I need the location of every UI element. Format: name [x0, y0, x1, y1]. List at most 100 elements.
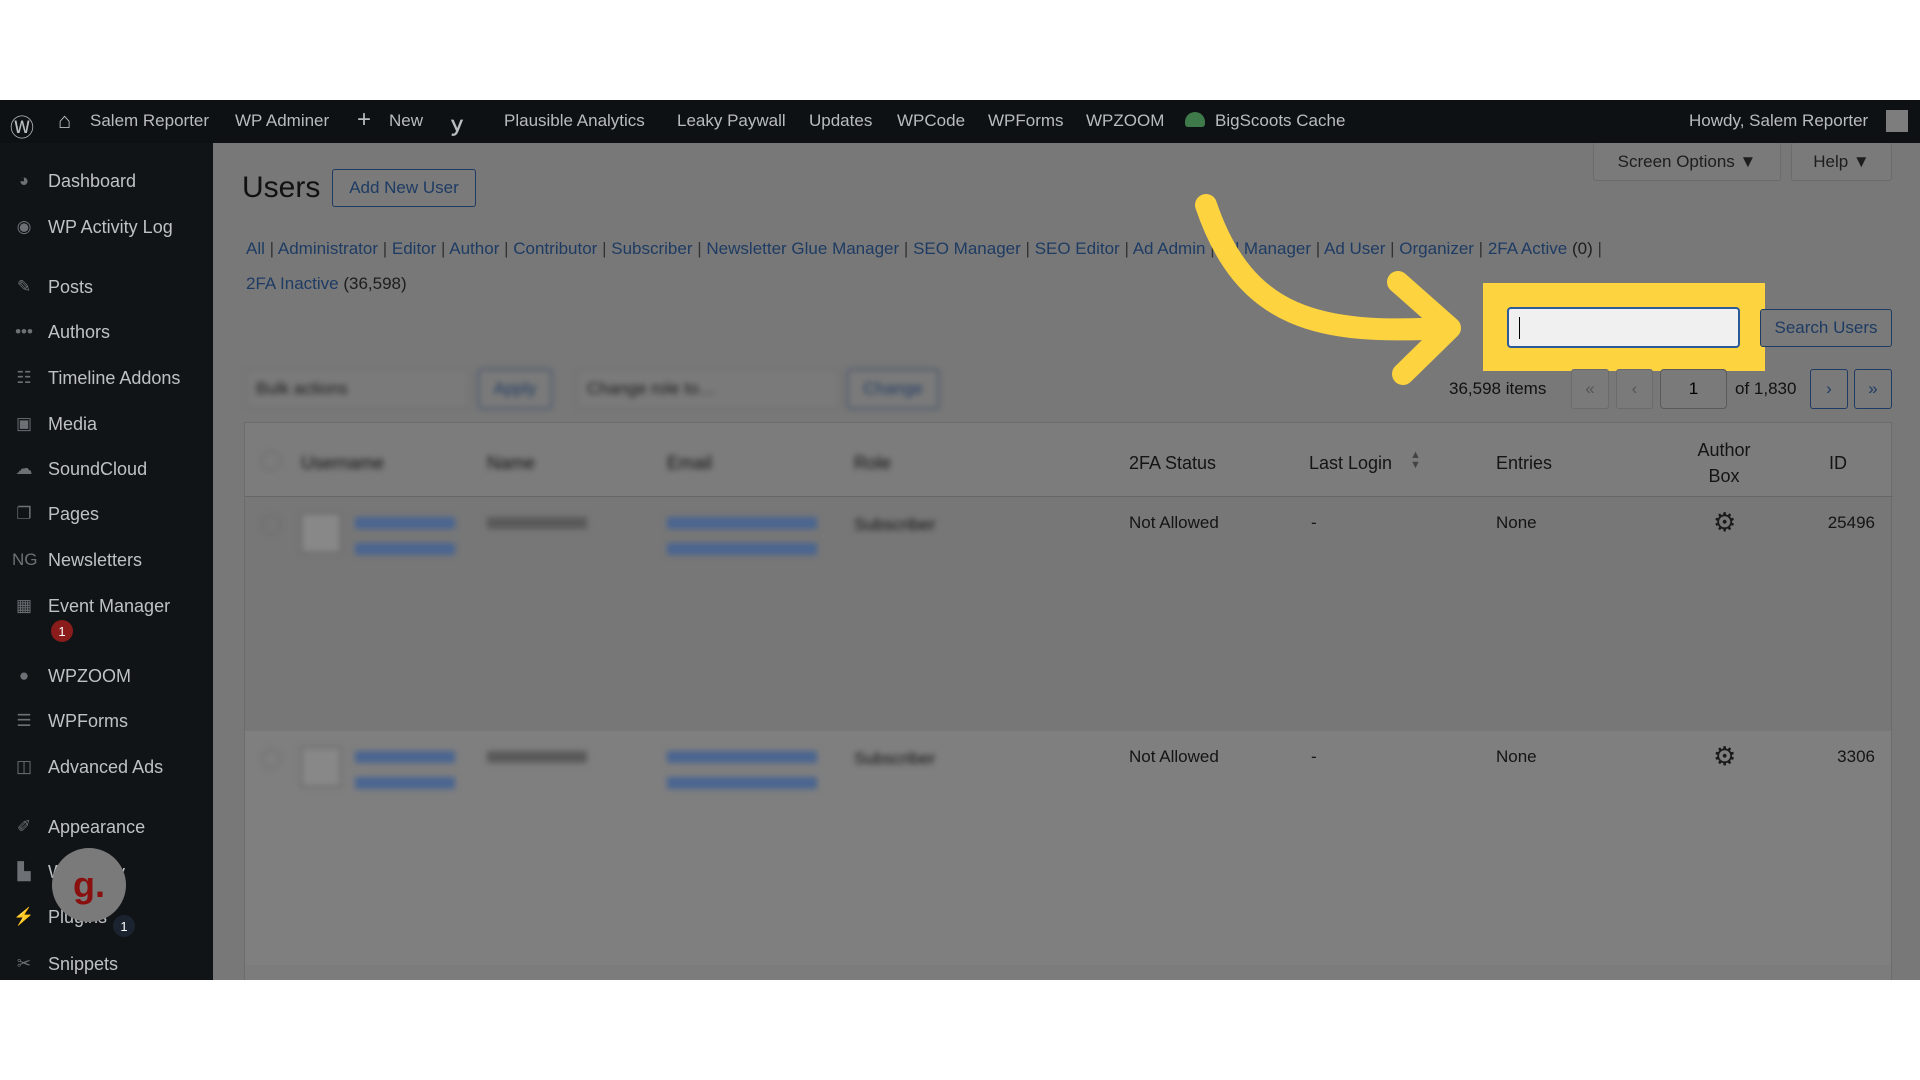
select-all-checkbox[interactable]	[261, 451, 281, 471]
yoast-icon[interactable]: ｙ	[447, 108, 467, 137]
sidebar-item-media[interactable]: ▣ Media	[0, 406, 213, 442]
sidebar-item-advanced-ads[interactable]: ◫ Advanced Ads	[0, 749, 213, 785]
user-name	[487, 751, 587, 763]
last-page-button[interactable]: »	[1854, 369, 1892, 409]
col-last-login[interactable]: Last Login	[1309, 453, 1392, 474]
sidebar-item-label: Authors	[48, 321, 111, 342]
col-username[interactable]: Username	[301, 453, 384, 474]
username-link[interactable]	[355, 517, 455, 562]
notification-badge: 1	[113, 915, 135, 937]
sidebar-item-label: Posts	[48, 276, 94, 297]
wpzoom-icon: ●	[18, 666, 30, 685]
adminbar-wpforms[interactable]: WPForms	[988, 111, 1064, 131]
change-button[interactable]: Change	[847, 369, 939, 409]
adminbar-wp-adminer[interactable]: WP Adminer	[235, 111, 329, 131]
plus-icon: +	[357, 106, 372, 133]
chart-icon: ▙	[17, 862, 31, 881]
row-checkbox[interactable]	[261, 749, 281, 769]
sidebar-item-label: WPZOOM	[48, 665, 131, 686]
prev-page-button[interactable]: ‹	[1616, 369, 1653, 409]
sidebar-item-wp-activity-log[interactable]: ◉ WP Activity Log	[0, 209, 213, 245]
sidebar-item-appearance[interactable]: ✐ Appearance	[0, 809, 213, 845]
main-content: Users Add New User Screen Options ▼ Help…	[213, 143, 1920, 980]
sidebar-item-snippets[interactable]: ✂ Snippets	[0, 946, 213, 982]
sidebar-item-pages[interactable]: ❐ Pages	[0, 496, 213, 532]
sidebar-item-dashboard[interactable]: ◕ Dashboard	[0, 163, 213, 199]
chat-avatar-button[interactable]: g.	[52, 848, 126, 922]
pin-icon: ✎	[16, 277, 32, 296]
row-checkbox[interactable]	[261, 515, 281, 535]
user-avatar	[301, 747, 341, 787]
adminbar-wpzoom[interactable]: WPZOOM	[1086, 111, 1164, 131]
pages-icon: ❐	[16, 504, 32, 523]
sidebar-item-newsletters[interactable]: NG Newsletters	[0, 542, 213, 578]
sidebar-item-wpforms[interactable]: ☰ WPForms	[0, 703, 213, 739]
user-email[interactable]	[667, 751, 817, 791]
wordpress-logo-icon[interactable]: Ⓦ	[10, 108, 34, 143]
user-id: 3306	[1837, 747, 1875, 766]
calendar-icon: ▦	[15, 596, 33, 615]
user-entries: None	[1496, 513, 1537, 532]
bulk-actions-select[interactable]: Bulk actions	[245, 369, 469, 409]
admin-bar: Ⓦ ⌂ Salem Reporter WP Adminer + New ｙ Pl…	[0, 100, 1920, 143]
users-table: Username Name Email Role 2FA Status Last…	[244, 422, 1893, 980]
sidebar-item-label: Snippets	[48, 953, 119, 974]
admin-sidebar: ◕ Dashboard ◉ WP Activity Log ✎ Posts ••• Autho…	[0, 143, 213, 980]
sidebar-item-wpzoom[interactable]: ● WPZOOM	[0, 658, 213, 694]
col-author-box: Author Box	[1697, 440, 1751, 486]
user-2fa-status: Not Allowed	[1129, 747, 1219, 766]
timeline-icon: ☷	[16, 368, 32, 387]
sidebar-item-label: Dashboard	[48, 170, 137, 191]
sidebar-item-label: Advanced Ads	[48, 756, 164, 777]
bulk-actions-label: Bulk actions	[256, 379, 348, 398]
notification-badge: 1	[51, 620, 73, 642]
user-last-login: -	[1311, 747, 1317, 766]
col-id: ID	[1829, 453, 1847, 473]
adminbar-wpcode[interactable]: WPCode	[897, 111, 965, 131]
adminbar-leaky-paywall[interactable]: Leaky Paywall	[677, 111, 786, 131]
sidebar-item-timeline-addons[interactable]: ☷ Timeline Addons	[0, 360, 213, 396]
adminbar-bigscoots-cache[interactable]: BigScoots Cache	[1215, 111, 1345, 131]
items-count: 36,598 items	[1449, 379, 1547, 398]
newsletter-icon: NG	[12, 550, 38, 569]
user-role: Subscriber	[854, 749, 936, 768]
sidebar-item-label: SoundCloud	[48, 458, 148, 479]
table-header: Username Name Email Role 2FA Status Last…	[245, 423, 1893, 497]
forms-icon: ☰	[16, 711, 32, 730]
media-icon: ▣	[15, 414, 33, 433]
user-2fa-status: Not Allowed	[1129, 513, 1219, 532]
sort-icon: ▲ ▼	[1410, 449, 1421, 471]
user-email[interactable]	[667, 517, 817, 557]
site-name-link[interactable]: Salem Reporter	[90, 111, 209, 131]
activity-log-icon: ◉	[16, 217, 32, 236]
apply-button[interactable]: Apply	[478, 369, 552, 409]
howdy-user-menu[interactable]: Howdy, Salem Reporter	[1689, 111, 1868, 131]
user-avatar[interactable]	[1886, 110, 1908, 132]
username-link[interactable]	[355, 751, 455, 796]
ads-icon: ◫	[15, 757, 33, 776]
sidebar-item-event-manager[interactable]: ▦ Event Manager 1	[0, 588, 213, 642]
col-email[interactable]: Email	[667, 453, 712, 474]
user-avatar	[301, 513, 341, 553]
adminbar-updates[interactable]: Updates	[809, 111, 872, 131]
sidebar-item-authors[interactable]: ••• Authors	[0, 314, 213, 350]
cloud-icon	[1185, 112, 1205, 127]
first-page-button[interactable]: «	[1571, 369, 1609, 409]
next-page-button[interactable]: ›	[1810, 369, 1848, 409]
gear-icon[interactable]: ⚙	[1713, 741, 1736, 772]
sidebar-item-posts[interactable]: ✎ Posts	[0, 269, 213, 305]
user-last-login: -	[1311, 513, 1317, 532]
sidebar-item-label: Media	[48, 413, 98, 434]
sidebar-item-label: Newsletters	[48, 549, 143, 570]
sidebar-item-soundcloud[interactable]: ☁ SoundCloud	[0, 451, 213, 487]
adminbar-plausible[interactable]: Plausible Analytics	[504, 111, 645, 131]
sidebar-item-label: Timeline Addons	[48, 367, 181, 388]
col-role: Role	[854, 453, 892, 473]
total-pages: of 1,830	[1735, 379, 1797, 398]
gear-icon[interactable]: ⚙	[1713, 507, 1736, 538]
user-role: Subscriber	[854, 515, 936, 534]
current-page-input[interactable]	[1660, 369, 1727, 409]
adminbar-new[interactable]: New	[389, 111, 423, 131]
sidebar-item-label: Event Manager	[48, 595, 171, 616]
change-role-select[interactable]: Change role to…	[576, 369, 839, 409]
